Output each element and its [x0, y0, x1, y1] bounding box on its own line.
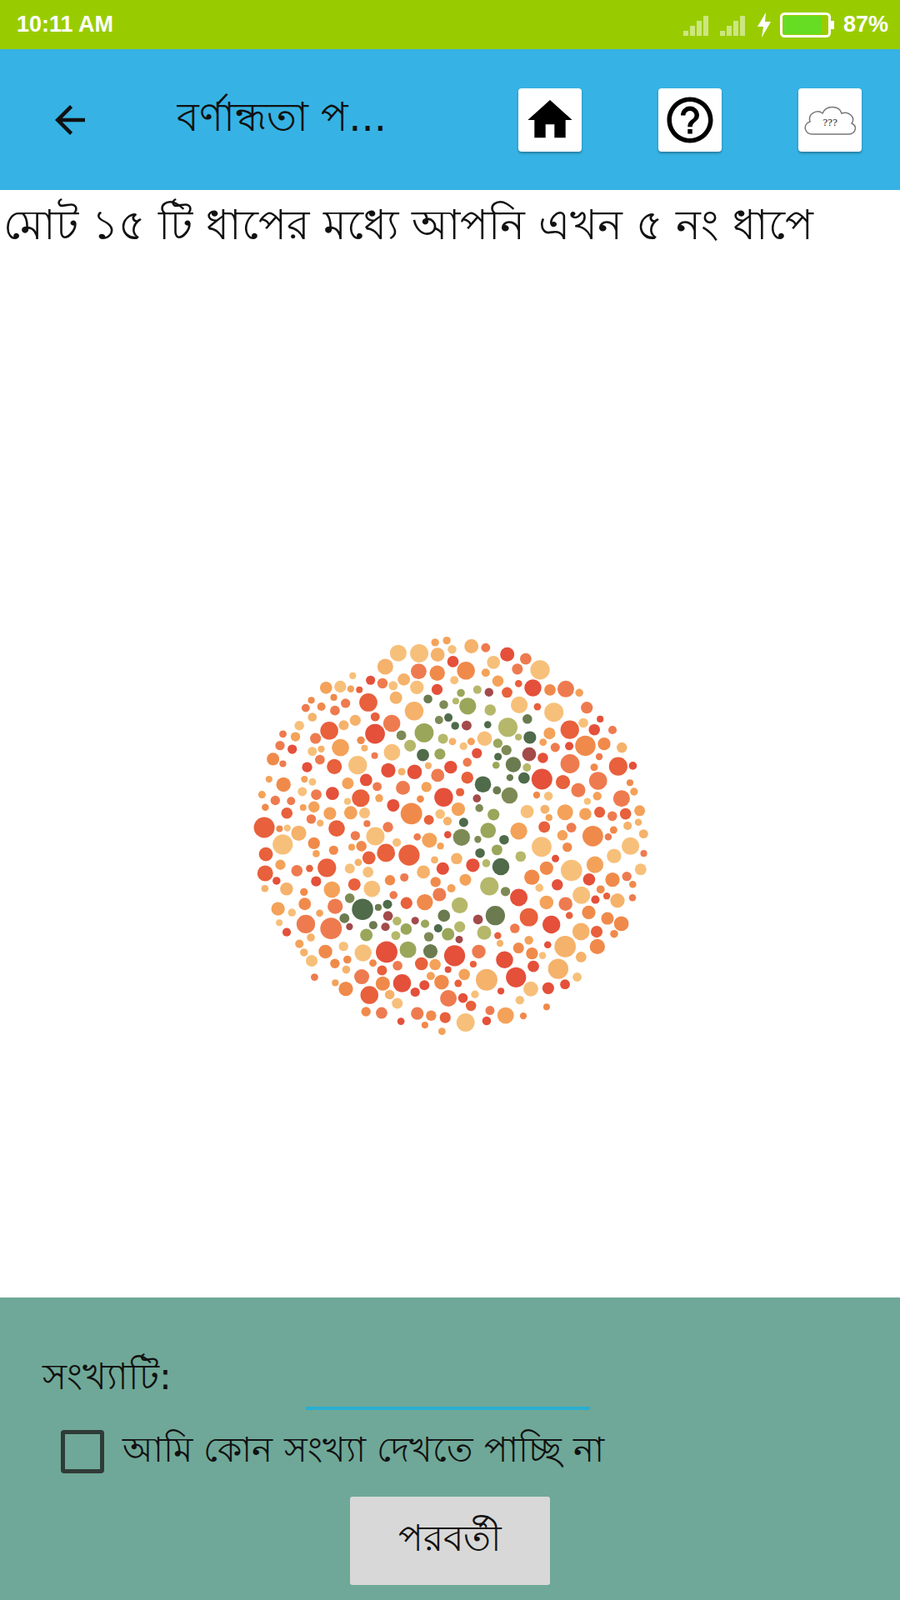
- answer-label: সংখ্যাটি:: [42, 1349, 306, 1410]
- plate-area: [0, 258, 900, 1299]
- cant-see-row[interactable]: আমি কোন সংখ্যা দেখতে পাচ্ছি না: [0, 1421, 900, 1482]
- status-bar: 10:11 AM 87%: [0, 0, 900, 50]
- status-icons: 87%: [683, 11, 889, 38]
- answer-row: সংখ্যাটি:: [0, 1349, 900, 1410]
- next-button[interactable]: পরবর্তী: [350, 1496, 550, 1585]
- back-button[interactable]: [46, 96, 94, 144]
- button-row: পরবর্তী: [0, 1496, 900, 1585]
- signal-icon: [683, 14, 712, 36]
- cant-see-label: আমি কোন সংখ্যা দেখতে পাচ্ছি না: [122, 1422, 605, 1482]
- progress-text: মোট ১৫ টি ধাপের মধ্যে আপনি এখন ৫ নং ধাপে: [0, 190, 900, 259]
- help-icon: [662, 92, 718, 148]
- svg-text:???: ???: [822, 117, 838, 129]
- app-actions: ???: [518, 88, 862, 152]
- content: মোট ১৫ টি ধাপের মধ্যে আপনি এখন ৫ নং ধাপে: [0, 190, 900, 1298]
- home-icon: [523, 93, 577, 147]
- battery-icon: [780, 12, 835, 38]
- app-bar: বর্ণান্ধতা প...???: [0, 49, 900, 190]
- cloud-button[interactable]: ???: [798, 88, 862, 152]
- screen: 10:11 AM87%বর্ণান্ধতা প...???মোট ১৫ টি ধ…: [0, 0, 900, 1600]
- help-button[interactable]: [658, 88, 722, 152]
- answer-input[interactable]: [305, 1363, 590, 1410]
- charging-icon: [756, 12, 772, 38]
- signal-icon: [720, 14, 749, 36]
- cloud-icon: ???: [800, 100, 860, 140]
- cant-see-checkbox[interactable]: [60, 1430, 105, 1474]
- back-arrow-icon: [47, 97, 93, 143]
- color-plate: [248, 634, 652, 1038]
- clock: 10:11 AM: [16, 11, 114, 38]
- app-title: বর্ণান্ধতা প...: [176, 86, 519, 153]
- home-button[interactable]: [518, 88, 582, 152]
- answer-panel: সংখ্যাটি: আমি কোন সংখ্যা দেখতে পাচ্ছি না প…: [0, 1297, 900, 1600]
- battery-percent: 87%: [843, 11, 889, 38]
